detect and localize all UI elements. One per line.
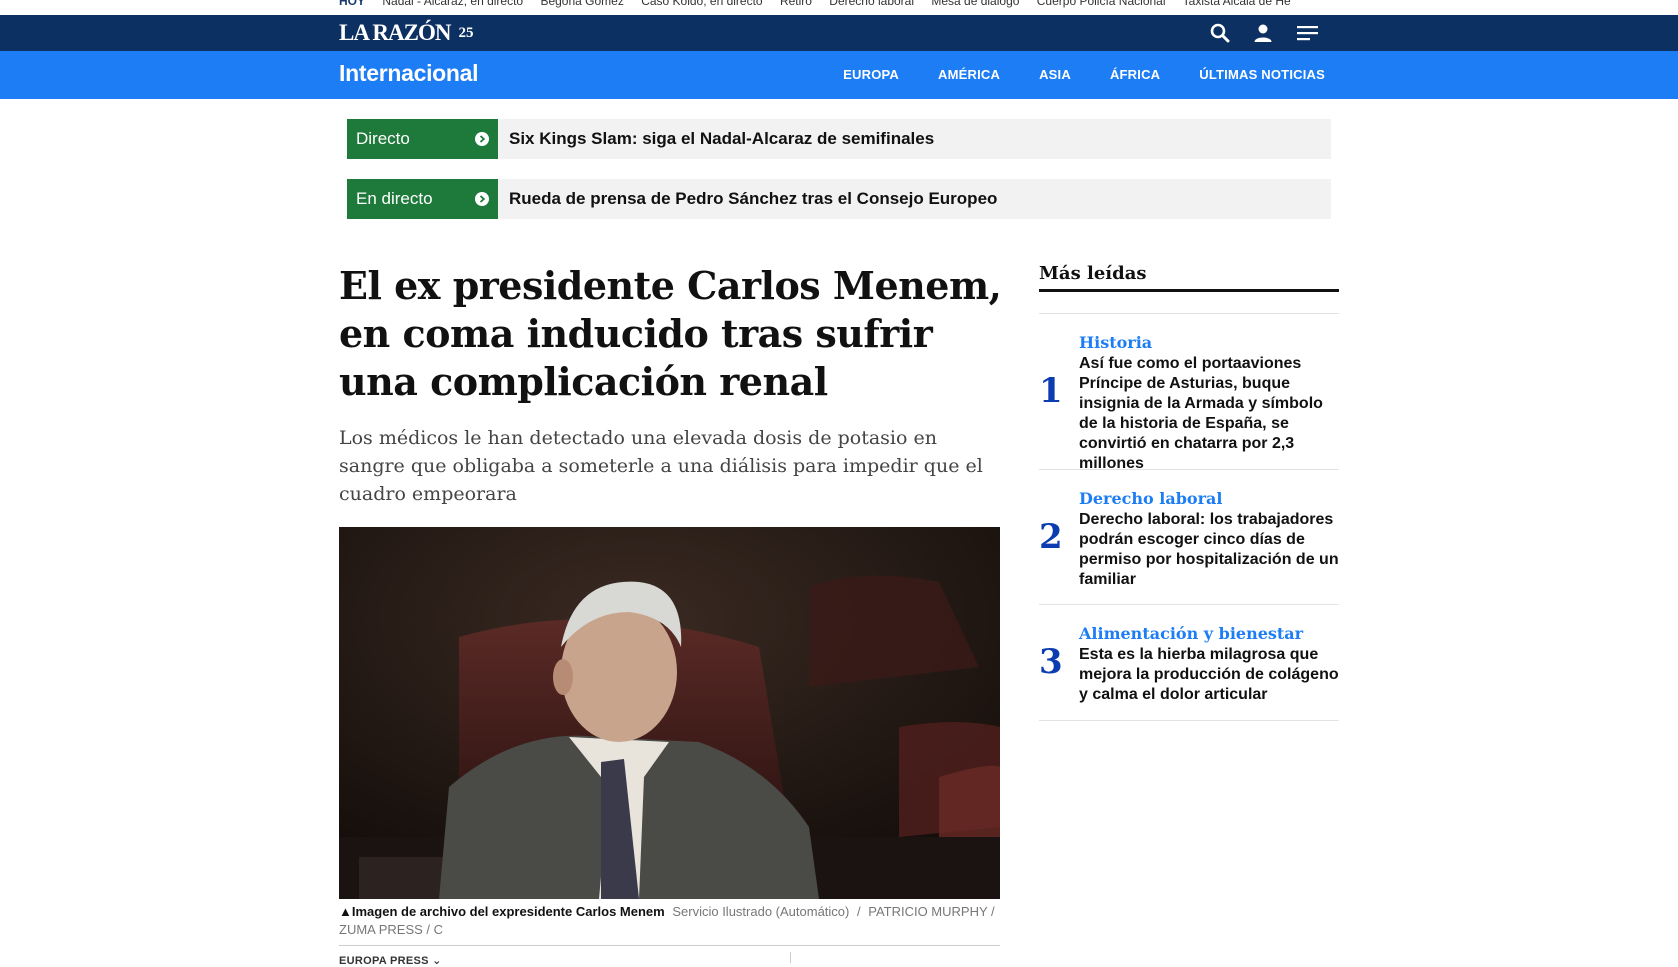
nav-ultimas-noticias[interactable]: ÚLTIMAS NOTICIAS bbox=[1199, 67, 1325, 82]
most-read-item[interactable]: 2 Derecho laboral Derecho laboral: los t… bbox=[1039, 489, 1339, 599]
article-byline[interactable]: EUROPA PRESS ⌄ bbox=[339, 954, 442, 967]
photo-caption: ▲Imagen de archivo del expresidente Carl… bbox=[339, 903, 1000, 939]
caption-divider bbox=[339, 945, 1000, 946]
live-headline: Six Kings Slam: siga el Nadal-Alcaraz de… bbox=[509, 129, 935, 148]
byline-divider bbox=[790, 952, 791, 963]
most-read-text: Esta es la hierba milagrosa que mejora l… bbox=[1079, 646, 1339, 703]
live-tag-label: En directo bbox=[356, 189, 433, 208]
live-tag: En directo bbox=[347, 179, 498, 219]
section-title[interactable]: Internacional bbox=[339, 60, 479, 87]
hot-topic-link[interactable]: Derecho laboral bbox=[829, 0, 914, 8]
most-read-item[interactable]: 3 Alimentación y bienestar Esta es la hi… bbox=[1039, 624, 1339, 714]
hot-topic-link[interactable]: Nadal - Alcaraz, en directo bbox=[382, 0, 523, 8]
site-logo[interactable]: LA RAZÓN 25 bbox=[339, 20, 474, 46]
caption-credit: Servicio Ilustrado (Automático) bbox=[672, 904, 850, 919]
section-nav: EUROPA AMÉRICA ASIA ÁFRICA ÚLTIMAS NOTIC… bbox=[843, 67, 1325, 82]
menu-icon[interactable] bbox=[1297, 22, 1319, 44]
most-read-number: 2 bbox=[1039, 517, 1063, 557]
most-read-category[interactable]: Derecho laboral bbox=[1079, 489, 1222, 508]
most-read-divider bbox=[1039, 313, 1339, 314]
user-icon[interactable] bbox=[1252, 22, 1274, 44]
hot-topic-link[interactable]: Caso Koldo, en directo bbox=[641, 0, 762, 8]
most-read-text: Así fue como el portaaviones Príncipe de… bbox=[1079, 355, 1323, 472]
chevron-down-icon: ⌄ bbox=[432, 955, 442, 967]
article-summary: Los médicos le han detectado una elevada… bbox=[339, 427, 983, 505]
live-tag-label: Directo bbox=[356, 129, 410, 148]
hot-topic-link[interactable]: Cuerpo Policía Nacional bbox=[1037, 0, 1166, 8]
live-banner[interactable]: Directo Six Kings Slam: siga el Nadal-Al… bbox=[347, 119, 1331, 159]
hot-topic-link[interactable]: Retiro bbox=[780, 0, 812, 8]
nav-asia[interactable]: ASIA bbox=[1039, 67, 1071, 82]
nav-africa[interactable]: ÁFRICA bbox=[1110, 67, 1160, 82]
hot-topics-list: HOY Nadal - Alcaraz, en directo Begoña G… bbox=[339, 0, 1329, 8]
chevron-right-icon bbox=[475, 192, 489, 206]
section-bar: Internacional EUROPA AMÉRICA ASIA ÁFRICA… bbox=[0, 51, 1678, 99]
article-headline: El ex presidente Carlos Menem, en coma i… bbox=[339, 263, 1002, 404]
live-tag: Directo bbox=[347, 119, 498, 159]
chevron-right-icon bbox=[475, 132, 489, 146]
live-headline: Rueda de prensa de Pedro Sánchez tras el… bbox=[509, 189, 998, 208]
most-read-category[interactable]: Historia bbox=[1079, 333, 1152, 352]
most-read-divider bbox=[1039, 604, 1339, 605]
anniversary-badge: 25 bbox=[458, 24, 474, 41]
most-read-text: Derecho laboral: los trabajadores podrán… bbox=[1079, 511, 1339, 588]
most-read-rule bbox=[1039, 289, 1339, 292]
search-icon[interactable] bbox=[1209, 22, 1231, 44]
most-read-title: Más leídas bbox=[1039, 263, 1147, 284]
byline-text: EUROPA PRESS bbox=[339, 955, 429, 967]
most-read-category[interactable]: Alimentación y bienestar bbox=[1079, 624, 1303, 643]
most-read-divider bbox=[1039, 469, 1339, 470]
nav-europa[interactable]: EUROPA bbox=[843, 67, 899, 82]
hot-topic-link[interactable]: Taxista Alcalá de He bbox=[1183, 0, 1291, 8]
nav-america[interactable]: AMÉRICA bbox=[938, 67, 1000, 82]
most-read-divider bbox=[1039, 720, 1339, 721]
triangle-up-icon: ▲ bbox=[339, 904, 352, 919]
most-read-number: 3 bbox=[1039, 642, 1063, 682]
hot-topic-link[interactable]: Begoña Gómez bbox=[540, 0, 623, 8]
most-read-item[interactable]: 1 Historia Así fue como el portaaviones … bbox=[1039, 333, 1339, 472]
hot-topics-bar: HOY Nadal - Alcaraz, en directo Begoña G… bbox=[0, 0, 1678, 15]
logo-text: LA RAZÓN bbox=[339, 20, 451, 45]
caption-separator: / bbox=[856, 904, 861, 919]
article-photo[interactable] bbox=[339, 527, 1000, 899]
hot-label: HOY bbox=[339, 0, 366, 8]
site-header: LA RAZÓN 25 bbox=[0, 15, 1678, 51]
caption-title: Imagen de archivo del expresidente Carlo… bbox=[351, 904, 665, 919]
live-banner[interactable]: En directo Rueda de prensa de Pedro Sánc… bbox=[347, 179, 1331, 219]
hot-topic-link[interactable]: Mesa de diálogo bbox=[931, 0, 1019, 8]
most-read-number: 1 bbox=[1039, 371, 1063, 411]
